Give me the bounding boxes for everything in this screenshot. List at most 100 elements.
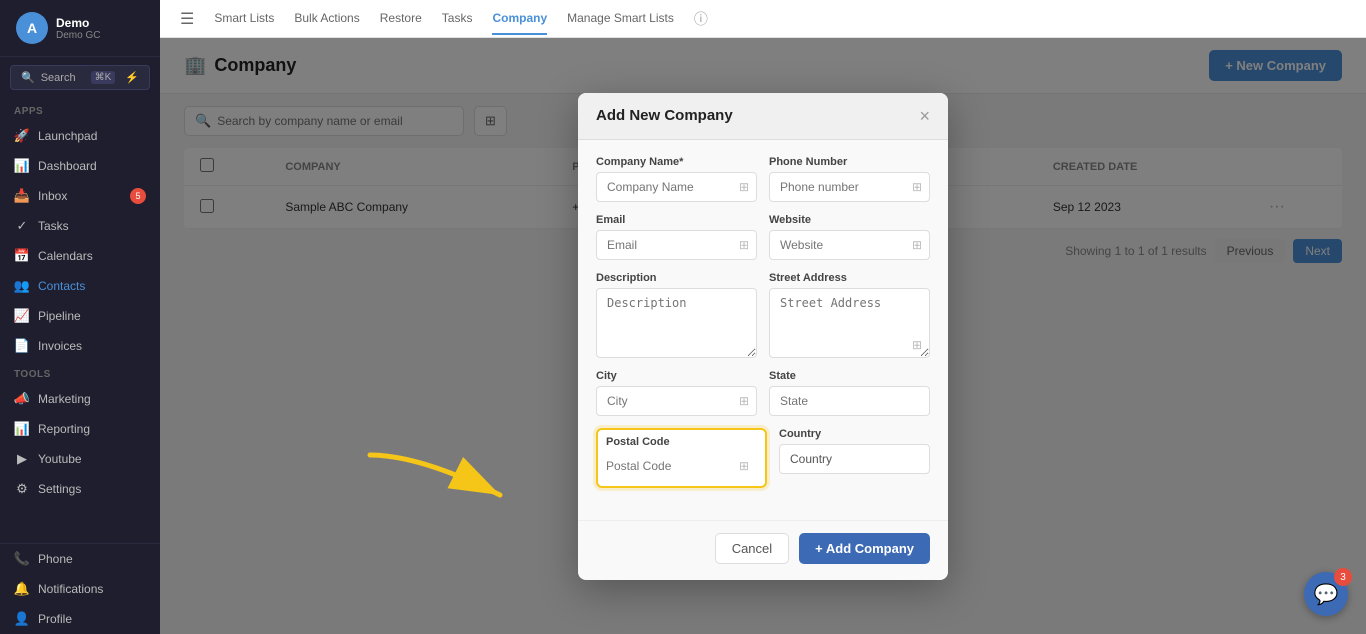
- search-button[interactable]: 🔍 Search ⌘K ⚡: [10, 65, 150, 90]
- inbox-icon: 📥: [14, 188, 30, 204]
- field-country: Country Country United States Canada Uni…: [779, 428, 930, 488]
- calendars-icon: 📅: [14, 248, 30, 264]
- tab-tasks[interactable]: Tasks: [442, 3, 473, 35]
- field-expand-icon: ⊞: [739, 180, 749, 194]
- sidebar-item-pipeline[interactable]: 📈 Pipeline: [0, 301, 160, 331]
- modal-footer: Cancel + Add Company: [578, 520, 948, 580]
- demo-name: Demo: [56, 16, 100, 30]
- avatar: A: [16, 12, 48, 44]
- sidebar-item-launchpad[interactable]: 🚀 Launchpad: [0, 121, 160, 151]
- sidebar-item-tasks[interactable]: ✓ Tasks: [0, 211, 160, 241]
- sidebar-item-notifications[interactable]: 🔔 Notifications: [0, 574, 160, 604]
- sidebar-item-reporting[interactable]: 📊 Reporting: [0, 414, 160, 444]
- company-name-label: Company Name*: [596, 156, 757, 168]
- launchpad-icon: 🚀: [14, 128, 30, 144]
- apps-section-label: APPS: [0, 98, 160, 121]
- street-textarea[interactable]: [769, 288, 930, 358]
- tab-bulk-actions[interactable]: Bulk Actions: [294, 3, 359, 35]
- street-expand-icon: ⊞: [912, 338, 922, 352]
- city-input-wrapper: ⊞: [596, 386, 757, 416]
- sidebar-item-settings[interactable]: ⚙ Settings: [0, 474, 160, 504]
- sidebar-item-youtube[interactable]: ▶ Youtube: [0, 444, 160, 474]
- street-input-wrapper: ⊞: [769, 288, 930, 358]
- modal-title: Add New Company: [596, 107, 733, 124]
- website-expand-icon: ⊞: [912, 238, 922, 252]
- demo-sub: Demo GC: [56, 30, 100, 41]
- modal-body: Company Name* ⊞ Phone Number: [578, 140, 948, 516]
- contacts-icon: 👥: [14, 278, 30, 294]
- youtube-icon: ▶: [14, 451, 30, 467]
- country-select[interactable]: Country United States Canada United King…: [779, 444, 930, 474]
- chat-bubble[interactable]: 💬 3: [1304, 572, 1348, 616]
- postal-code-label: Postal Code: [606, 436, 757, 448]
- email-input[interactable]: [596, 230, 757, 260]
- tab-company[interactable]: Company: [492, 3, 547, 35]
- field-state: State: [769, 370, 930, 416]
- chat-badge: 3: [1334, 568, 1352, 586]
- search-icon: 🔍: [21, 71, 35, 84]
- cancel-button[interactable]: Cancel: [715, 533, 789, 564]
- sidebar-item-contacts[interactable]: 👥 Contacts: [0, 271, 160, 301]
- hamburger-icon[interactable]: ☰: [180, 9, 194, 29]
- state-input[interactable]: [769, 386, 930, 416]
- arrow-annotation: [340, 445, 540, 535]
- lightning-icon: ⚡: [125, 71, 139, 84]
- sidebar-item-label: Calendars: [38, 249, 93, 263]
- tab-restore[interactable]: Restore: [380, 3, 422, 35]
- invoices-icon: 📄: [14, 338, 30, 354]
- modal-close-button[interactable]: ×: [919, 107, 930, 125]
- website-input[interactable]: [769, 230, 930, 260]
- postal-input-wrapper: ⊞: [606, 452, 757, 480]
- reporting-icon: 📊: [14, 421, 30, 437]
- sidebar-item-marketing[interactable]: 📣 Marketing: [0, 384, 160, 414]
- sidebar-item-profile[interactable]: 👤 Profile: [0, 604, 160, 634]
- phone-expand-icon: ⊞: [912, 180, 922, 194]
- phone-input[interactable]: [769, 172, 930, 202]
- sidebar-item-inbox[interactable]: 📥 Inbox 5: [0, 181, 160, 211]
- field-city: City ⊞: [596, 370, 757, 416]
- field-postal-code: Postal Code ⊞: [596, 428, 767, 488]
- city-expand-icon: ⊞: [739, 394, 749, 408]
- sidebar-item-invoices[interactable]: 📄 Invoices: [0, 331, 160, 361]
- modal-row-1: Company Name* ⊞ Phone Number: [596, 156, 930, 202]
- tab-manage-smart-lists[interactable]: Manage Smart Lists: [567, 3, 674, 35]
- field-website: Website ⊞: [769, 214, 930, 260]
- field-email: Email ⊞: [596, 214, 757, 260]
- search-shortcut: ⌘K: [91, 71, 116, 84]
- help-icon[interactable]: ⓘ: [694, 9, 708, 29]
- sidebar-item-calendars[interactable]: 📅 Calendars: [0, 241, 160, 271]
- phone-input-wrapper: ⊞: [769, 172, 930, 202]
- search-label: Search: [41, 72, 76, 84]
- postal-code-input[interactable]: [606, 452, 757, 480]
- modal-row-2: Email ⊞ Website ⊞: [596, 214, 930, 260]
- phone-icon: 📞: [14, 551, 30, 567]
- inbox-badge: 5: [130, 188, 146, 204]
- street-label: Street Address: [769, 272, 930, 284]
- state-label: State: [769, 370, 930, 382]
- sidebar-item-phone[interactable]: 📞 Phone: [0, 544, 160, 574]
- field-street-address: Street Address ⊞: [769, 272, 930, 358]
- sidebar-logo: A Demo Demo GC: [0, 0, 160, 57]
- country-label: Country: [779, 428, 930, 440]
- sidebar-item-label: Notifications: [38, 582, 103, 596]
- add-company-button[interactable]: + Add Company: [799, 533, 930, 564]
- modal-overlay: Add New Company × Company Name* ⊞: [160, 38, 1366, 634]
- postal-expand-icon: ⊞: [739, 459, 749, 473]
- field-company-name: Company Name* ⊞: [596, 156, 757, 202]
- company-name-input[interactable]: [596, 172, 757, 202]
- tab-smart-lists[interactable]: Smart Lists: [214, 3, 274, 35]
- sidebar-item-label: Settings: [38, 482, 81, 496]
- website-label: Website: [769, 214, 930, 226]
- sidebar-item-label: Inbox: [38, 189, 67, 203]
- sidebar-item-dashboard[interactable]: 📊 Dashboard: [0, 151, 160, 181]
- sidebar-item-label: Reporting: [38, 422, 90, 436]
- sidebar: A Demo Demo GC 🔍 Search ⌘K ⚡ APPS 🚀 Laun…: [0, 0, 160, 634]
- sidebar-item-label: Tasks: [38, 219, 69, 233]
- city-input[interactable]: [596, 386, 757, 416]
- email-input-wrapper: ⊞: [596, 230, 757, 260]
- description-label: Description: [596, 272, 757, 284]
- description-textarea[interactable]: [596, 288, 757, 358]
- email-expand-icon: ⊞: [739, 238, 749, 252]
- website-input-wrapper: ⊞: [769, 230, 930, 260]
- field-phone-number: Phone Number ⊞: [769, 156, 930, 202]
